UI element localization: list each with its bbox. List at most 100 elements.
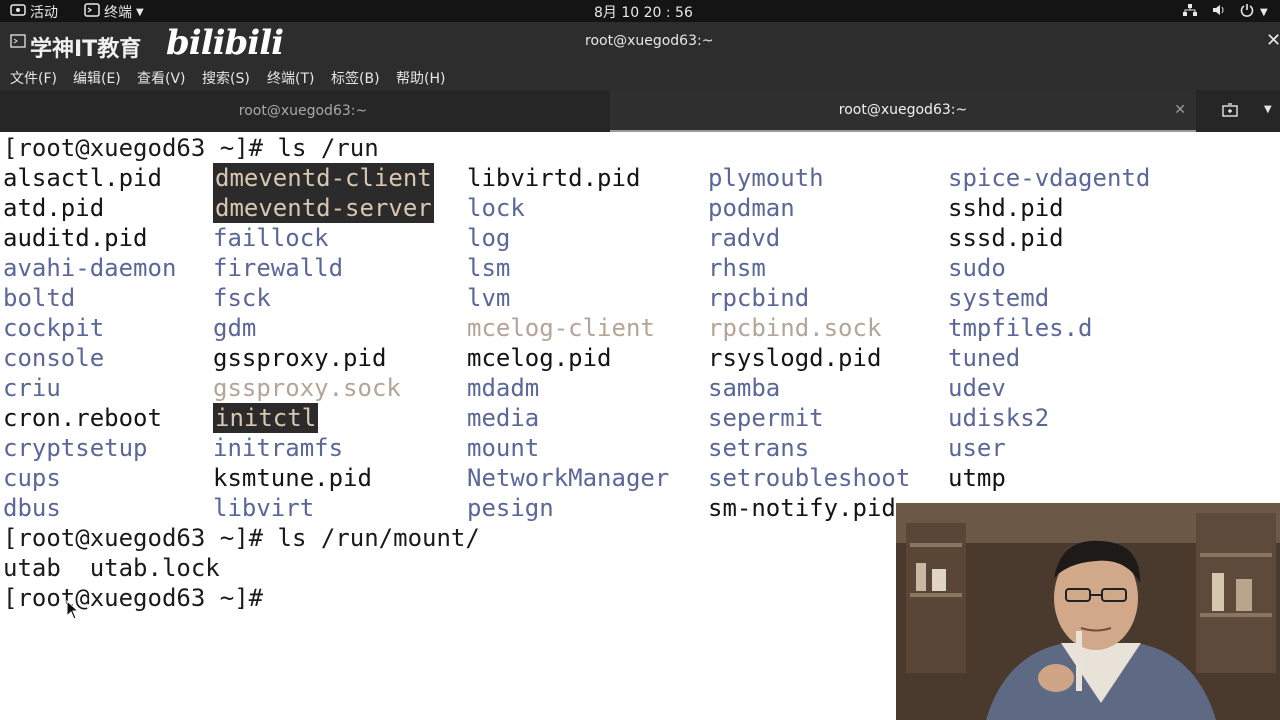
listing-entry: dbus (3, 494, 61, 522)
listing-entry: lsm (467, 254, 511, 282)
listing-entry: udisks2 (948, 404, 1050, 432)
tab-label: root@xuegod63:~ (238, 103, 368, 119)
listing-entry: gssproxy.sock (213, 374, 401, 402)
listing-entry: avahi-daemon (3, 254, 177, 282)
listing-entry: initctl (213, 403, 319, 433)
terminal-app-icon (84, 3, 100, 21)
listing-entry: log (467, 224, 511, 252)
listing-entry: cron.reboot (3, 404, 162, 432)
listing-entry: mdadm (467, 374, 540, 402)
new-tab-icon (10, 33, 26, 52)
listing-entry: initramfs (213, 434, 344, 462)
tab-2-active[interactable]: root@xuegod63:~ ✕ (610, 90, 1196, 132)
tabs-menu-chevron-icon[interactable]: ▼ (1264, 104, 1272, 115)
listing-entry: udev (948, 374, 1006, 402)
activities-label: 活动 (30, 5, 58, 21)
menu-view[interactable]: 查看(V) (137, 68, 186, 88)
new-tab-button-icon[interactable] (1222, 103, 1238, 121)
listing-entry: auditd.pid (3, 224, 148, 252)
listing-entry: cockpit (3, 314, 105, 342)
listing-entry: samba (708, 374, 781, 402)
listing-entry: rhsm (708, 254, 766, 282)
network-icon (1182, 3, 1198, 21)
listing-entry: setroubleshoot (708, 464, 911, 492)
listing-entry: sepermit (708, 404, 824, 432)
listing-entry: sm-notify.pid (708, 494, 896, 522)
listing-entry: faillock (213, 224, 329, 252)
watermark-logo-text: 学神IT教育 (30, 37, 142, 62)
tab-label: root@xuegod63:~ (838, 102, 968, 118)
listing-entry: spice-vdagentd (948, 164, 1151, 192)
listing-entry: libvirtd.pid (467, 164, 641, 192)
listing-entry: boltd (3, 284, 76, 312)
listing-entry: cryptsetup (3, 434, 148, 462)
listing-entry: mount (467, 434, 540, 462)
menu-help[interactable]: 帮助(H) (396, 68, 445, 88)
listing-entry: lvm (467, 284, 511, 312)
listing-entry: atd.pid (3, 194, 105, 222)
terminal-app-menu[interactable]: 终端 ▼ (84, 2, 144, 22)
command-line: [root@xuegod63 ~]# ls /run/mount/ (3, 524, 480, 552)
listing-entry: dmeventd-server (213, 193, 434, 223)
listing-entry: plymouth (708, 164, 824, 192)
menu-bar: 文件(F) 编辑(E) 查看(V) 搜索(S) 终端(T) 标签(B) 帮助(H… (0, 62, 1280, 90)
listing-entry: libvirt (213, 494, 315, 522)
window-title: root@xuegod63:~ (585, 33, 714, 49)
listing-entry: dmeventd-client (213, 163, 434, 193)
listing-entry: gssproxy.pid (213, 344, 387, 372)
listing-entry: radvd (708, 224, 781, 252)
listing-entry: rsyslogd.pid (708, 344, 882, 372)
listing-entry: alsactl.pid (3, 164, 162, 192)
listing-entry: pesign (467, 494, 554, 522)
activities-icon (10, 3, 26, 21)
power-icon (1240, 3, 1254, 21)
listing-entry: console (3, 344, 105, 372)
window-titlebar: 学神IT教育 bilibili root@xuegod63:~ ✕ (0, 22, 1280, 63)
listing-entry: cups (3, 464, 61, 492)
listing-entry: podman (708, 194, 795, 222)
listing-entry: mcelog.pid (467, 344, 612, 372)
clock-label: 8月 10 20 : 56 (594, 5, 693, 21)
chevron-down-icon: ▼ (1260, 6, 1268, 18)
menu-terminal[interactable]: 终端(T) (267, 68, 314, 88)
listing-entry: lock (467, 194, 525, 222)
listing-entry: utmp (948, 464, 1006, 492)
menu-file[interactable]: 文件(F) (10, 68, 57, 88)
listing-entry: rpcbind.sock (708, 314, 882, 342)
clock[interactable]: 8月 10 20 : 56 (594, 2, 693, 22)
listing-entry: sssd.pid (948, 224, 1064, 252)
mouse-cursor-icon (66, 599, 80, 624)
listing-entry: fsck (213, 284, 271, 312)
listing-entry: setrans (708, 434, 810, 462)
volume-icon (1212, 3, 1226, 21)
listing-entry: media (467, 404, 540, 432)
listing-entry: NetworkManager (467, 464, 670, 492)
close-icon[interactable]: ✕ (1266, 30, 1280, 51)
activities-button[interactable]: 活动 (10, 2, 58, 22)
listing-entry: sudo (948, 254, 1006, 282)
menu-tabs[interactable]: 标签(B) (331, 68, 380, 88)
chevron-down-icon: ▼ (136, 6, 144, 18)
close-tab-icon[interactable]: ✕ (1174, 102, 1186, 118)
menu-edit[interactable]: 编辑(E) (73, 68, 121, 88)
system-tray[interactable]: ▼ (1182, 3, 1268, 21)
listing-entry: systemd (948, 284, 1050, 312)
bilibili-logo: bilibili (166, 23, 284, 63)
menu-search[interactable]: 搜索(S) (202, 68, 250, 88)
command-output: utab utab.lock (3, 554, 220, 582)
terminal-app-label: 终端 (104, 5, 132, 21)
listing-entry: gdm (213, 314, 257, 342)
listing-entry: mcelog-client (467, 314, 655, 342)
shell-prompt: [root@xuegod63 ~]# (3, 584, 264, 612)
listing-entry: rpcbind (708, 284, 810, 312)
listing-entry: tmpfiles.d (948, 314, 1093, 342)
listing-entry: user (948, 434, 1006, 462)
listing-entry: firewalld (213, 254, 344, 282)
webcam-overlay (896, 503, 1280, 720)
top-bar: 活动 终端 ▼ 8月 10 20 : 56 ▼ (0, 0, 1280, 22)
listing-entry: sshd.pid (948, 194, 1064, 222)
listing-entry: ksmtune.pid (213, 464, 372, 492)
listing-entry: criu (3, 374, 61, 402)
command-line: [root@xuegod63 ~]# ls /run (3, 134, 379, 162)
tab-1[interactable]: root@xuegod63:~ (0, 90, 606, 132)
